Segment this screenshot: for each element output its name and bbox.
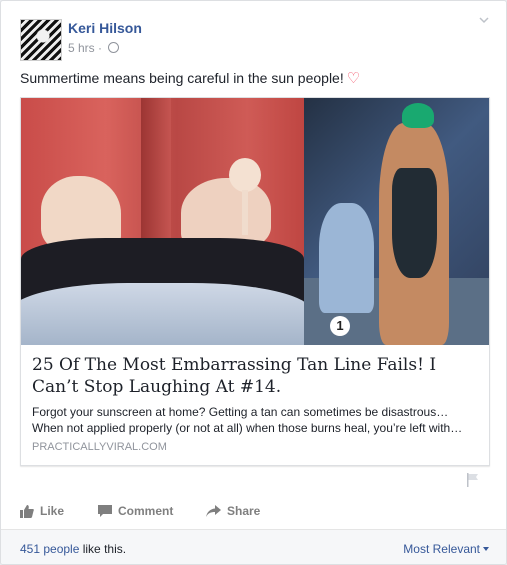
- legs-shadow: [141, 98, 171, 248]
- link-attachment[interactable]: 1 25 Of The Most Embarrassing Tan Line F…: [20, 97, 490, 466]
- attachment-image-right[interactable]: 1: [304, 98, 489, 345]
- swim-cap: [402, 103, 434, 128]
- meta-separator: ·: [98, 41, 103, 55]
- skirt-shape: [21, 283, 304, 345]
- author-avatar[interactable]: [20, 19, 62, 61]
- like-label: Like: [40, 504, 65, 518]
- caret-down-icon: [483, 547, 489, 551]
- heart-emoji-icon: ♡: [346, 70, 361, 87]
- like-button[interactable]: Like: [20, 504, 64, 518]
- like-count-link[interactable]: 451 people: [20, 542, 79, 556]
- attachment-image-left[interactable]: [21, 98, 304, 345]
- sort-dropdown[interactable]: Most Relevant: [403, 542, 489, 556]
- sort-label: Most Relevant: [403, 542, 480, 556]
- tan-mark-lollipop: [229, 158, 261, 192]
- feed-post: Keri Hilson 5 hrs · Summertime means bei…: [0, 0, 507, 565]
- globe-icon[interactable]: [108, 42, 120, 53]
- comment-label: Comment: [118, 504, 174, 518]
- number-badge: 1: [330, 316, 350, 336]
- attachment-domain[interactable]: PRACTICALLYVIRAL.COM: [32, 441, 167, 453]
- comment-icon: [98, 504, 112, 517]
- description-line-1: Forgot your sunscreen at home? Getting a…: [32, 405, 449, 419]
- attachment-title[interactable]: 25 Of The Most Embarrassing Tan Line Fai…: [32, 354, 482, 398]
- comment-button[interactable]: Comment: [98, 504, 173, 518]
- background-person: [319, 203, 374, 313]
- post-footer: 451 people like this. Most Relevant: [1, 529, 506, 564]
- post-message: Summertime means being careful in the su…: [20, 69, 360, 87]
- thumbs-up-icon: [20, 504, 34, 518]
- chevron-down-icon[interactable]: [479, 15, 489, 25]
- flag-icon[interactable]: [467, 473, 479, 487]
- share-arrow-icon: [206, 505, 221, 517]
- post-actions: Like Comment Share: [1, 495, 506, 527]
- like-summary-text: like this.: [79, 542, 127, 556]
- swimsuit-shape: [392, 168, 437, 278]
- share-button[interactable]: Share: [206, 504, 260, 518]
- post-message-text: Summertime means being careful in the su…: [20, 70, 344, 86]
- post-time[interactable]: 5 hrs: [68, 41, 95, 55]
- post-meta: 5 hrs ·: [68, 41, 120, 55]
- tan-mark-stick: [242, 190, 248, 235]
- attachment-description: Forgot your sunscreen at home? Getting a…: [32, 404, 480, 436]
- author-name[interactable]: Keri Hilson: [68, 20, 142, 36]
- description-line-2: When not applied properly (or not at all…: [32, 421, 463, 435]
- like-summary: 451 people like this.: [20, 542, 126, 556]
- share-label: Share: [227, 504, 261, 518]
